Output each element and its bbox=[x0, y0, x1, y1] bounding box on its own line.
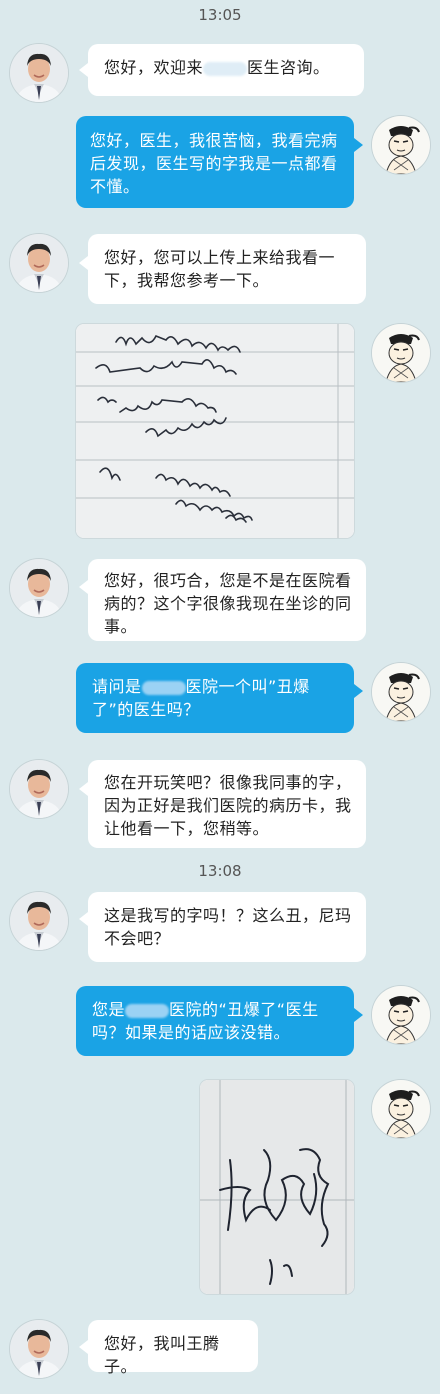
signature-photo[interactable] bbox=[200, 1080, 354, 1294]
doctor-avatar[interactable] bbox=[10, 559, 68, 617]
message-bubble-incoming: 您好，我叫王腾子。 bbox=[88, 1320, 258, 1376]
bubble-tail bbox=[354, 1008, 363, 1022]
cartoon-avatar[interactable] bbox=[372, 663, 430, 721]
timestamp: 13:05 bbox=[198, 6, 242, 24]
cartoon-avatar[interactable] bbox=[372, 116, 430, 174]
message-bubble-outgoing: 您好，医生，我很苦恼，我看完病后发现，医生写的字我是一点都看不懂。 bbox=[76, 116, 354, 208]
bubble-tail bbox=[79, 782, 88, 796]
bubble-tail bbox=[79, 63, 88, 77]
redaction-blur bbox=[141, 680, 186, 695]
message-text: 您是 bbox=[92, 1000, 126, 1019]
redaction-blur bbox=[203, 61, 248, 76]
message-bubble-incoming: 这是我写的字吗！？这么丑，尼玛不会吧？ bbox=[88, 892, 366, 962]
message-text: 您在开玩笑吧？很像我同事的字，因为正好是我们医院的病历卡，我让他看一下，您稍等。 bbox=[104, 773, 352, 838]
redaction-blur bbox=[125, 1003, 170, 1018]
bubble-tail bbox=[79, 912, 88, 926]
bubble-tail bbox=[79, 1340, 88, 1354]
cartoon-avatar[interactable] bbox=[372, 986, 430, 1044]
message-bubble-incoming: 您好，很巧合，您是不是在医院看病的？这个字很像我现在坐诊的同事。 bbox=[88, 559, 366, 641]
message-bubble-incoming: 您好，您可以上传上来给我看一下，我帮您参考一下。 bbox=[88, 234, 366, 304]
message-text: 您好，您可以上传上来给我看一下，我帮您参考一下。 bbox=[104, 248, 336, 290]
handwriting-photo[interactable] bbox=[76, 324, 354, 538]
doctor-avatar[interactable] bbox=[10, 234, 68, 292]
message-text: 医生咨询。 bbox=[247, 58, 330, 77]
message-bubble-incoming: 您好，欢迎来 医生咨询。 bbox=[88, 44, 364, 96]
timestamp: 13:08 bbox=[198, 862, 242, 880]
bubble-tail bbox=[354, 138, 363, 152]
bubble-tail bbox=[79, 580, 88, 594]
message-text: 您好，我叫王腾子。 bbox=[104, 1334, 220, 1376]
doctor-avatar[interactable] bbox=[10, 892, 68, 950]
message-bubble-outgoing: 请问是 医院一个叫”丑爆了”的医生吗？ bbox=[76, 663, 354, 733]
bubble-tail bbox=[79, 256, 88, 270]
message-text: 您好，医生，我很苦恼，我看完病后发现，医生写的字我是一点都看不懂。 bbox=[90, 131, 338, 196]
message-bubble-outgoing: 您是 医院的“丑爆了“医生吗？如果是的话应该没错。 bbox=[76, 986, 354, 1056]
doctor-avatar[interactable] bbox=[10, 760, 68, 818]
cartoon-avatar[interactable] bbox=[372, 1080, 430, 1138]
message-text: 您好，欢迎来 bbox=[104, 58, 204, 77]
doctor-avatar[interactable] bbox=[10, 1320, 68, 1378]
message-text: 这是我写的字吗！？这么丑，尼玛不会吧？ bbox=[104, 906, 352, 948]
cartoon-avatar[interactable] bbox=[372, 324, 430, 382]
message-text: 请问是 bbox=[92, 677, 142, 696]
message-bubble-incoming: 您在开玩笑吧？很像我同事的字，因为正好是我们医院的病历卡，我让他看一下，您稍等。 bbox=[88, 760, 366, 848]
doctor-avatar[interactable] bbox=[10, 44, 68, 102]
message-text: 您好，很巧合，您是不是在医院看病的？这个字很像我现在坐诊的同事。 bbox=[104, 571, 352, 636]
bubble-tail bbox=[354, 684, 363, 698]
